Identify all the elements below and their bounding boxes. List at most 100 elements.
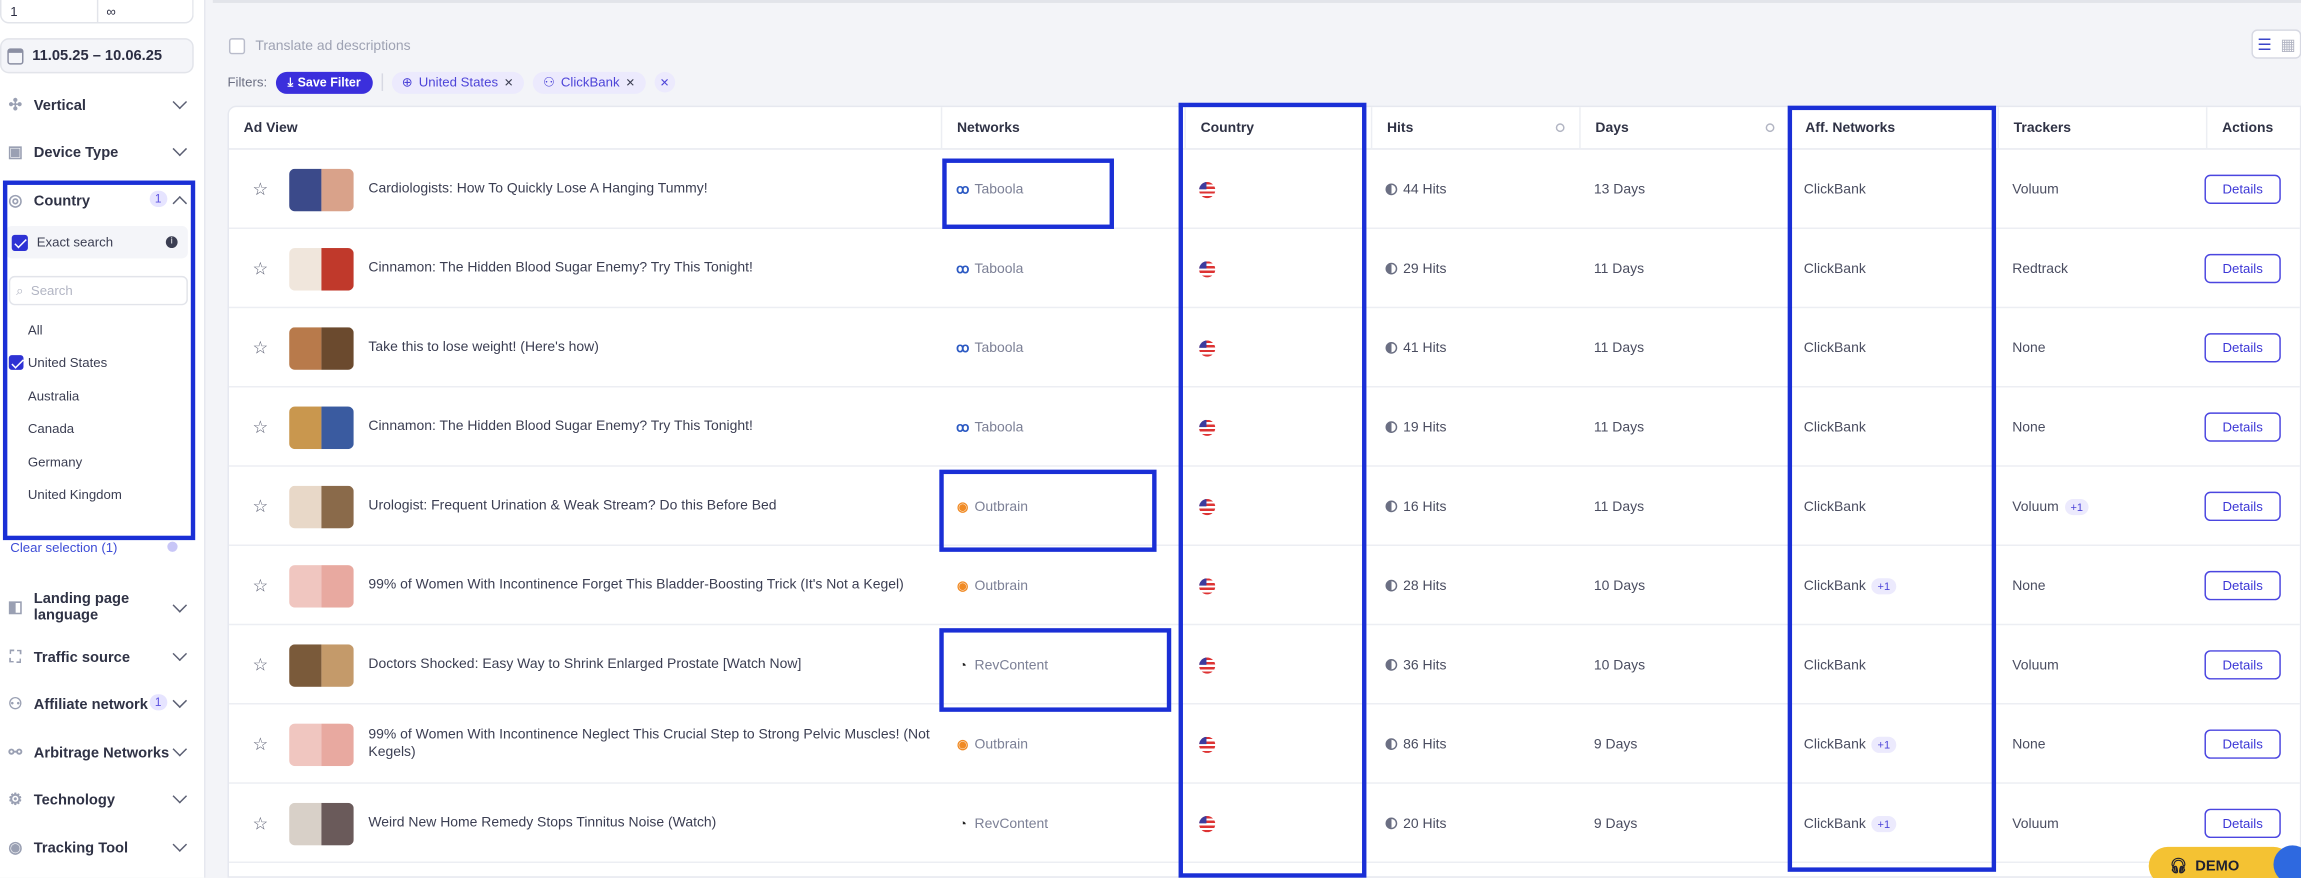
filter-vertical[interactable]: ✣ Vertical [0,90,194,122]
star-icon[interactable]: ☆ [252,179,268,200]
star-icon[interactable]: ☆ [252,575,268,596]
view-toggle[interactable]: ☰ ▦ [2251,29,2301,59]
aff-network-cell: ClickBank +1 [1804,784,1896,863]
star-icon[interactable]: ☆ [252,338,268,359]
ad-title[interactable]: 99% of Women With Incontinence Forget Th… [368,546,933,625]
calendar-icon [7,47,24,64]
header-country: Country [1184,107,1370,150]
filter-label: Arbitrage Networks [33,744,170,762]
network-logo-icon: ◔ [958,815,967,830]
star-icon[interactable]: ☆ [252,813,268,834]
details-button[interactable]: Details [2204,650,2281,680]
filter-traffic-source[interactable]: ⛶ Traffic source [0,641,194,673]
filter-landing-page-language[interactable]: ◧ Landing page language [0,589,194,627]
ad-thumbnail[interactable] [289,723,354,767]
tracker-value: Voluum [2012,656,2059,673]
star-icon[interactable]: ☆ [252,417,268,438]
ad-thumbnail[interactable] [289,327,354,370]
demo-button[interactable]: 🎧︎ DEMO [2148,846,2293,878]
network-name: RevContent [974,656,1049,673]
ad-thumbnail[interactable] [289,485,354,529]
ad-title[interactable]: Weird New Home Remedy Stops Tinnitus Noi… [368,784,933,863]
filter-affiliate-network[interactable]: ⚇ Affiliate network 1 [0,688,194,720]
chip-label: ClickBank [560,74,620,90]
details-button[interactable]: Details [2204,333,2281,363]
us-flag-icon [1199,339,1216,356]
country-cell [1199,784,1216,863]
header-days[interactable]: Days [1579,107,1789,150]
ad-title[interactable]: Doctors Shocked: Easy Way to Shrink Enla… [368,625,933,704]
hits-icon [1385,579,1398,592]
ad-thumbnail[interactable] [289,248,354,291]
list-view-icon[interactable]: ☰ [2253,31,2276,57]
us-flag-icon [1199,577,1216,594]
hits-icon [1385,658,1398,671]
details-button[interactable]: Details [2204,729,2281,759]
details-button[interactable]: Details [2204,253,2281,284]
aff-network-value: ClickBank [1803,656,1866,673]
filter-arbitrage-networks[interactable]: ⚯ Arbitrage Networks [0,737,194,769]
days-value: 10 Days [1593,577,1646,594]
range-inputs[interactable]: 1 ∞ [0,0,194,24]
network-logo-icon: ꝏ [956,181,970,196]
details-button[interactable]: Details [2204,808,2281,839]
close-icon[interactable]: ✕ [625,76,635,89]
more-badge[interactable]: +1 [2064,498,2089,515]
more-badge[interactable]: +1 [1871,736,1896,753]
network-name: RevContent [974,815,1049,832]
clear-all-filters-button[interactable]: ✕ [654,71,675,93]
hits-cell: 29 Hits [1385,229,1447,308]
close-icon[interactable]: ✕ [504,76,514,89]
table-row: ☆ Urologist: Frequent Urination & Weak St… [228,467,2300,546]
date-range-picker[interactable]: 11.05.25 – 10.06.25 [0,38,194,74]
range-min-input[interactable]: 1 [1,0,96,22]
filter-chip-affiliate[interactable]: ⚇ ClickBank ✕ [532,71,646,94]
ad-thumbnail[interactable] [289,802,354,846]
demo-label: DEMO [2195,857,2240,875]
country-cell [1199,467,1216,546]
details-button[interactable]: Details [2204,570,2281,601]
details-button[interactable]: Details [2204,174,2281,205]
range-max-input[interactable]: ∞ [96,0,192,23]
ad-title[interactable]: Cardiologists: How To Quickly Lose A Han… [368,150,933,229]
ad-title[interactable]: Take this to lose weight! (Here's how) [368,308,933,387]
aff-network-value: ClickBank [1803,577,1866,594]
ad-thumbnail[interactable] [289,565,354,608]
ad-title[interactable]: Cinnamon: The Hidden Blood Sugar Enemy? … [368,229,933,308]
translate-toggle[interactable]: Translate ad descriptions [228,38,411,55]
translate-checkbox[interactable] [228,38,246,55]
ad-thumbnail[interactable] [289,168,354,212]
tracker-cell: Voluum [2012,625,2059,704]
filter-tracking-tool[interactable]: ◉ Tracking Tool [0,832,194,864]
vertical-icon: ✣ [8,96,23,114]
ad-thumbnail[interactable] [289,644,354,687]
details-button[interactable]: Details [2204,491,2281,522]
star-icon[interactable]: ☆ [252,734,268,755]
ad-title[interactable]: Cinnamon: The Hidden Blood Sugar Enemy? … [368,387,933,466]
star-icon[interactable]: ☆ [252,258,268,279]
sort-icon[interactable] [1555,123,1565,133]
star-icon[interactable]: ☆ [252,496,268,517]
more-badge[interactable]: +1 [1871,577,1896,594]
days-cell: 11 Days [1594,229,1644,308]
header-hits[interactable]: Hits [1370,107,1579,150]
aff-network-value: ClickBank [1803,498,1866,515]
details-button[interactable]: Details [2204,412,2281,442]
more-badge[interactable]: +1 [1871,815,1896,832]
filter-technology[interactable]: ⚙ Technology [0,784,194,816]
star-icon[interactable]: ☆ [252,655,268,676]
ad-thumbnail[interactable] [289,406,354,450]
tracker-value: Redtrack [2012,260,2069,277]
hits-value: 41 Hits [1403,339,1447,356]
ad-title[interactable]: 99% of Women With Incontinence Neglect T… [368,704,933,783]
save-filter-button[interactable]: ⤓ Save Filter [275,71,373,94]
filter-device-type[interactable]: ▣ Device Type [0,136,194,168]
filter-chip-country[interactable]: ⊕ United States ✕ [391,71,525,94]
clear-selection-link[interactable]: Clear selection (1) [10,540,117,555]
clear-selection-dot [167,541,178,552]
grid-view-icon[interactable]: ▦ [2276,31,2299,57]
filter-label: Traffic source [33,649,131,666]
ad-title[interactable]: Urologist: Frequent Urination & Weak Str… [368,467,933,546]
sort-icon[interactable] [1765,123,1775,133]
hits-cell: 20 Hits [1385,784,1447,863]
